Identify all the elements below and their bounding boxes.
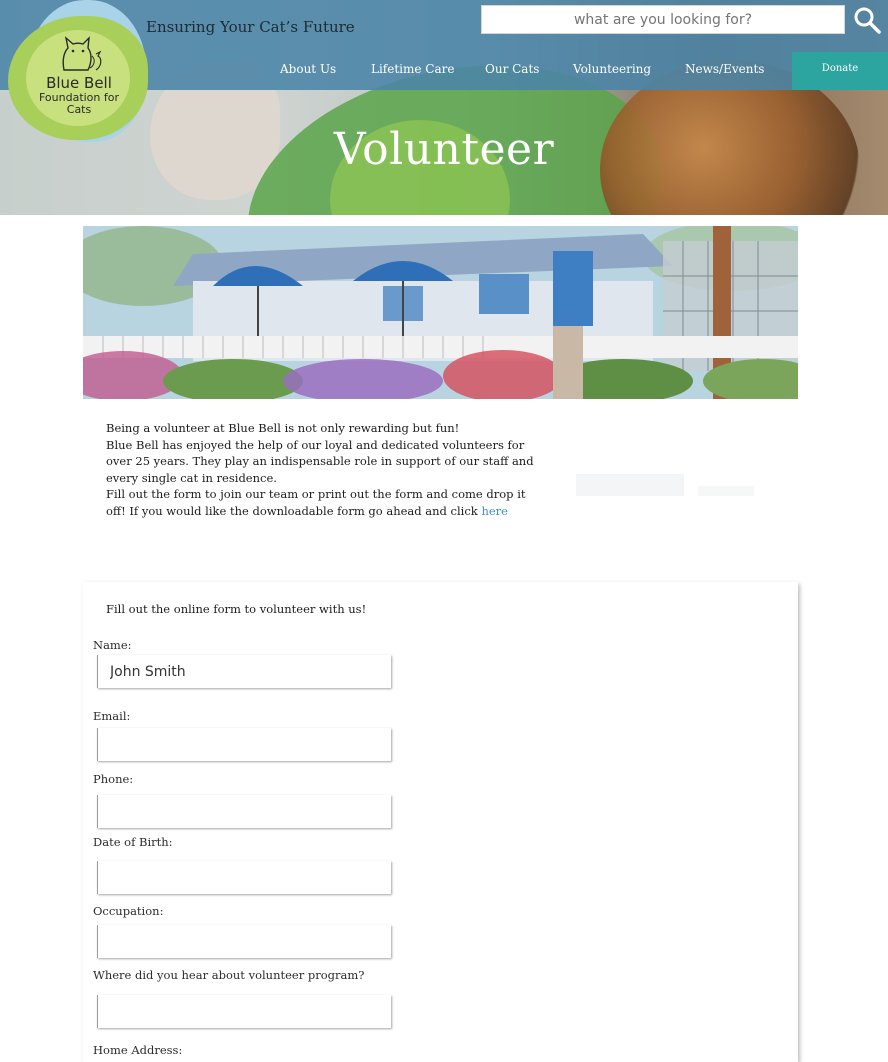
faded-placeholder-block (576, 474, 684, 496)
dob-field[interactable] (97, 861, 391, 894)
name-field[interactable] (97, 655, 391, 688)
referral-field[interactable] (97, 995, 391, 1028)
logo-text-line3: Cats (66, 103, 92, 116)
site-tagline: Ensuring Your Cat’s Future (146, 18, 355, 36)
email-label: Email: (93, 709, 131, 723)
intro-paragraph-3-text: Fill out the form to join our team or pr… (106, 487, 526, 518)
nav-volunteering[interactable]: Volunteering (573, 62, 651, 76)
intro-paragraph-1: Being a volunteer at Blue Bell is not on… (106, 421, 460, 435)
nav-lifetime-care[interactable]: Lifetime Care (371, 62, 454, 76)
home-address-label: Home Address: (93, 1043, 183, 1057)
occupation-field[interactable] (97, 925, 391, 958)
logo-text-name: Blue Bell (46, 74, 112, 92)
cat-icon (62, 36, 102, 71)
intro-text: Being a volunteer at Blue Bell is not on… (106, 420, 546, 520)
nav-about-us[interactable]: About Us (280, 62, 336, 76)
name-label: Name: (93, 638, 132, 652)
donate-button[interactable]: Donate (792, 52, 888, 90)
dob-label: Date of Birth: (93, 835, 173, 849)
email-field[interactable] (97, 728, 391, 761)
download-form-link[interactable]: here (481, 504, 508, 518)
faded-placeholder-line (698, 486, 754, 496)
intro-paragraph-2: Blue Bell has enjoyed the help of our lo… (106, 437, 534, 485)
volunteer-form: Fill out the online form to volunteer wi… (83, 582, 798, 1062)
cottage-illustration (83, 226, 798, 399)
phone-field[interactable] (97, 795, 391, 828)
search-icon[interactable] (852, 5, 882, 35)
cottage-illustration-drawing (83, 226, 798, 399)
intro-paragraph-3: Fill out the form to join our team or pr… (106, 486, 546, 519)
nav-our-cats[interactable]: Our Cats (485, 62, 539, 76)
logo-text-sub: Foundation for Cats (4, 92, 154, 116)
site-logo[interactable]: Blue Bell Foundation for Cats (4, 0, 154, 148)
search-input[interactable] (481, 5, 845, 34)
form-heading: Fill out the online form to volunteer wi… (106, 602, 367, 616)
nav-news-events[interactable]: News/Events (685, 62, 764, 76)
phone-label: Phone: (93, 772, 134, 786)
occupation-label: Occupation: (93, 904, 164, 918)
referral-label: Where did you hear about volunteer progr… (93, 968, 365, 982)
